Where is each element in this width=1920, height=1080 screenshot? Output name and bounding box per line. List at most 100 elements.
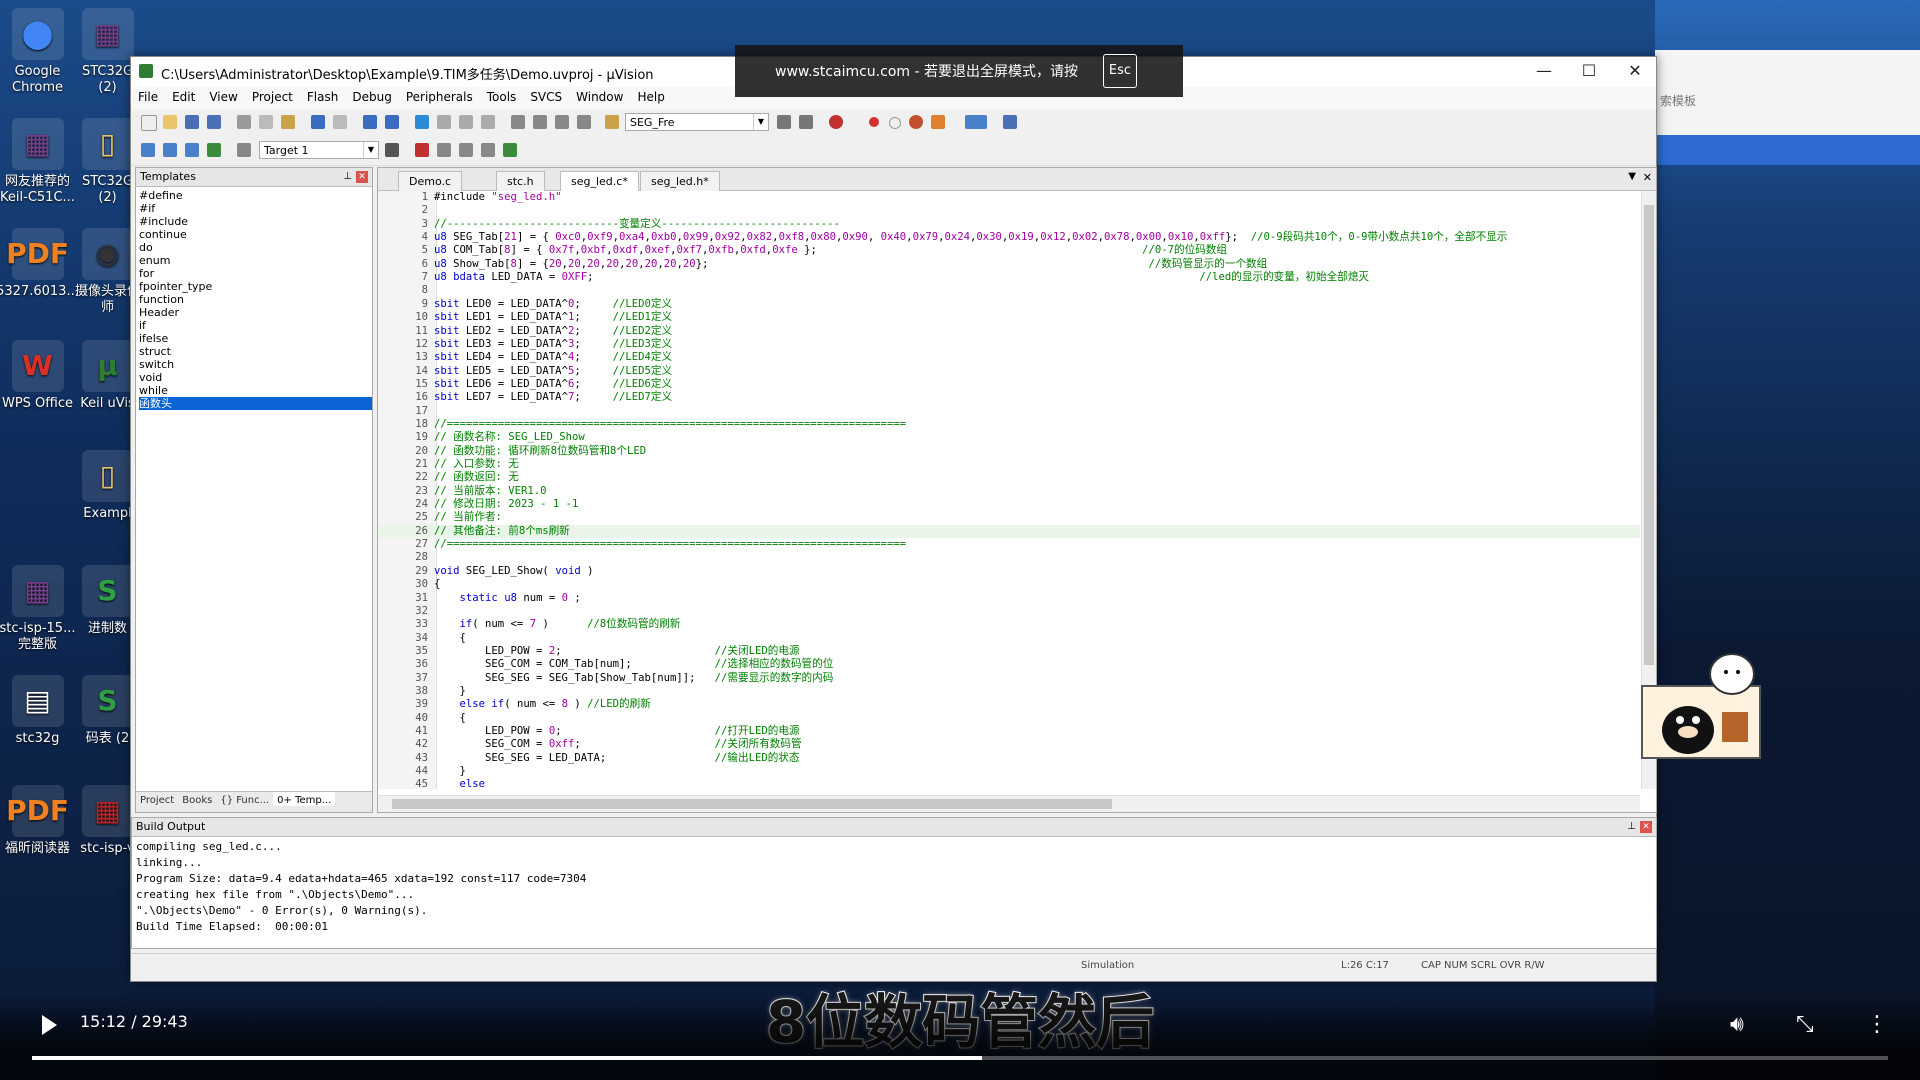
- pin-icon[interactable]: ⊥: [1627, 818, 1636, 836]
- close-button[interactable]: ✕: [1615, 61, 1655, 83]
- template-item[interactable]: #define: [139, 189, 372, 202]
- menu-item-svcs[interactable]: SVCS: [523, 87, 569, 104]
- menu-item-view[interactable]: View: [202, 87, 244, 104]
- translate-icon[interactable]: [141, 143, 155, 157]
- menu-item-flash[interactable]: Flash: [300, 87, 345, 104]
- code-line[interactable]: 23// 当前版本: VER1.0: [378, 485, 1640, 498]
- code-line[interactable]: 21// 入口参数: 无: [378, 458, 1640, 471]
- menu-item-help[interactable]: Help: [630, 87, 671, 104]
- menu-item-tools[interactable]: Tools: [480, 87, 524, 104]
- save-all-icon[interactable]: [207, 115, 221, 129]
- menu-item-peripherals[interactable]: Peripherals: [399, 87, 480, 104]
- chevron-down-icon[interactable]: ▼: [363, 142, 378, 158]
- template-item[interactable]: Header: [139, 306, 372, 319]
- menu-item-project[interactable]: Project: [245, 87, 300, 104]
- target-combo[interactable]: Target 1 ▼: [259, 141, 379, 159]
- load-icon[interactable]: [503, 143, 517, 157]
- template-item[interactable]: for: [139, 267, 372, 280]
- find-icon[interactable]: [777, 115, 791, 129]
- close-icon[interactable]: ✕: [356, 171, 368, 183]
- code-line[interactable]: 2: [378, 204, 1640, 217]
- code-line[interactable]: 7 u8 bdata LED_DATA = 0XFF; //led的显示的变量，初…: [378, 271, 1640, 284]
- breakpoint-icon[interactable]: [869, 117, 879, 127]
- editor-tab[interactable]: seg_led.c*: [560, 171, 639, 191]
- code-line[interactable]: 6 u8 Show_Tab[8] = {20,20,20,20,20,20,20,…: [378, 258, 1640, 271]
- find-combo[interactable]: SEG_Fre ▼: [625, 113, 769, 131]
- breakpoint-disable-icon[interactable]: [889, 117, 901, 129]
- menu-item-window[interactable]: Window: [569, 87, 630, 104]
- configure-icon[interactable]: [1003, 115, 1017, 129]
- nav-back-icon[interactable]: [363, 115, 377, 129]
- breakpoint-kill-icon[interactable]: [909, 115, 923, 129]
- indent-icon[interactable]: [511, 115, 525, 129]
- code-line[interactable]: 18//====================================…: [378, 418, 1640, 431]
- code-line[interactable]: 40 {: [378, 712, 1640, 725]
- save-icon[interactable]: [185, 115, 199, 129]
- code-line[interactable]: 10 sbit LED1 = LED_DATA^1; //LED1定义: [378, 311, 1640, 324]
- panel-tab[interactable]: {} Func...: [216, 792, 273, 806]
- code-line[interactable]: 9 sbit LED0 = LED_DATA^0; //LED0定义: [378, 298, 1640, 311]
- vertical-scroll-thumb[interactable]: [1644, 205, 1654, 665]
- code-line[interactable]: 16 sbit LED7 = LED_DATA^7; //LED7定义: [378, 391, 1640, 404]
- code-line[interactable]: 36 SEG_COM = COM_Tab[num]; //选择相应的数码管的位: [378, 658, 1640, 671]
- copy-icon[interactable]: [259, 115, 273, 129]
- menu-item-edit[interactable]: Edit: [165, 87, 202, 104]
- code-line[interactable]: 43 SEG_SEG = LED_DATA; //输出LED的状态: [378, 752, 1640, 765]
- editor-tab[interactable]: Demo.c: [398, 171, 463, 191]
- incremental-find-icon[interactable]: [799, 115, 813, 129]
- bookmark-prev-icon[interactable]: [437, 115, 451, 129]
- code-line[interactable]: 27//====================================…: [378, 538, 1640, 551]
- code-line[interactable]: 35 LED_POW = 2; //关闭LED的电源: [378, 645, 1640, 658]
- code-line[interactable]: 28: [378, 551, 1640, 564]
- editor-tab[interactable]: stc.h: [496, 171, 545, 191]
- target-options-icon[interactable]: [385, 143, 399, 157]
- template-item[interactable]: switch: [139, 358, 372, 371]
- code-line[interactable]: 42 SEG_COM = 0xff; //关闭所有数码管: [378, 738, 1640, 751]
- template-item[interactable]: #if: [139, 202, 372, 215]
- code-line[interactable]: 17: [378, 405, 1640, 418]
- unindent-icon[interactable]: [533, 115, 547, 129]
- code-line[interactable]: 34 {: [378, 632, 1640, 645]
- open-folder-icon[interactable]: [163, 115, 177, 129]
- stop-build-icon[interactable]: [237, 143, 251, 157]
- code-line[interactable]: 14 sbit LED5 = LED_DATA^5; //LED5定义: [378, 365, 1640, 378]
- chevron-down-icon[interactable]: ▼: [753, 114, 768, 130]
- breakpoint-manage-icon[interactable]: [931, 115, 945, 129]
- window-layout-icon[interactable]: [965, 115, 987, 129]
- close-icon[interactable]: ✕: [1640, 821, 1652, 833]
- code-line[interactable]: 19// 函数名称: SEG_LED_Show: [378, 431, 1640, 444]
- template-item[interactable]: #include: [139, 215, 372, 228]
- template-item[interactable]: while: [139, 384, 372, 397]
- pin-icon[interactable]: ⊥: [343, 168, 352, 186]
- play-icon[interactable]: [42, 1015, 57, 1035]
- template-item[interactable]: enum: [139, 254, 372, 267]
- template-item[interactable]: struct: [139, 345, 372, 358]
- code-line[interactable]: 38 }: [378, 685, 1640, 698]
- manage-rte-icon[interactable]: [459, 143, 473, 157]
- uncomment-icon[interactable]: [577, 115, 591, 129]
- template-item[interactable]: ifelse: [139, 332, 372, 345]
- template-item[interactable]: 函数头: [139, 397, 372, 410]
- code-line[interactable]: 37 SEG_SEG = SEG_Tab[Show_Tab[num]]; //需…: [378, 672, 1640, 685]
- code-line[interactable]: 8: [378, 284, 1640, 297]
- panel-tab[interactable]: Books: [178, 792, 216, 806]
- tab-list-icon[interactable]: ▼: [1628, 171, 1636, 182]
- new-file-icon[interactable]: [141, 115, 157, 131]
- code-line[interactable]: 11 sbit LED2 = LED_DATA^2; //LED2定义: [378, 325, 1640, 338]
- code-line[interactable]: 4 u8 SEG_Tab[21] = { 0xc0,0xf9,0xa4,0xb0,…: [378, 231, 1640, 244]
- panel-tab[interactable]: Project: [136, 792, 178, 806]
- template-item[interactable]: function: [139, 293, 372, 306]
- horizontal-scroll-thumb[interactable]: [392, 799, 1112, 809]
- pack-installer-icon[interactable]: [481, 143, 495, 157]
- code-line[interactable]: 45 else: [378, 778, 1640, 789]
- code-area[interactable]: 1 #include "seg_led.h" 2 3//---------------…: [378, 191, 1640, 789]
- code-line[interactable]: 5 u8 COM_Tab[8] = { 0x7f,0xbf,0xdf,0xef,0…: [378, 244, 1640, 257]
- code-line[interactable]: 3//---------------------------变量定义------…: [378, 218, 1640, 231]
- code-line[interactable]: 33 if( num <= 7 ) //8位数码管的刷新: [378, 618, 1640, 631]
- editor-tab[interactable]: seg_led.h*: [640, 171, 720, 191]
- horizontal-scrollbar[interactable]: [378, 795, 1640, 812]
- batch-build-icon[interactable]: [207, 143, 221, 157]
- code-line[interactable]: 12 sbit LED3 = LED_DATA^3; //LED3定义: [378, 338, 1640, 351]
- minimize-button[interactable]: —: [1524, 61, 1564, 83]
- code-line[interactable]: 20// 函数功能: 循环刷新8位数码管和8个LED: [378, 445, 1640, 458]
